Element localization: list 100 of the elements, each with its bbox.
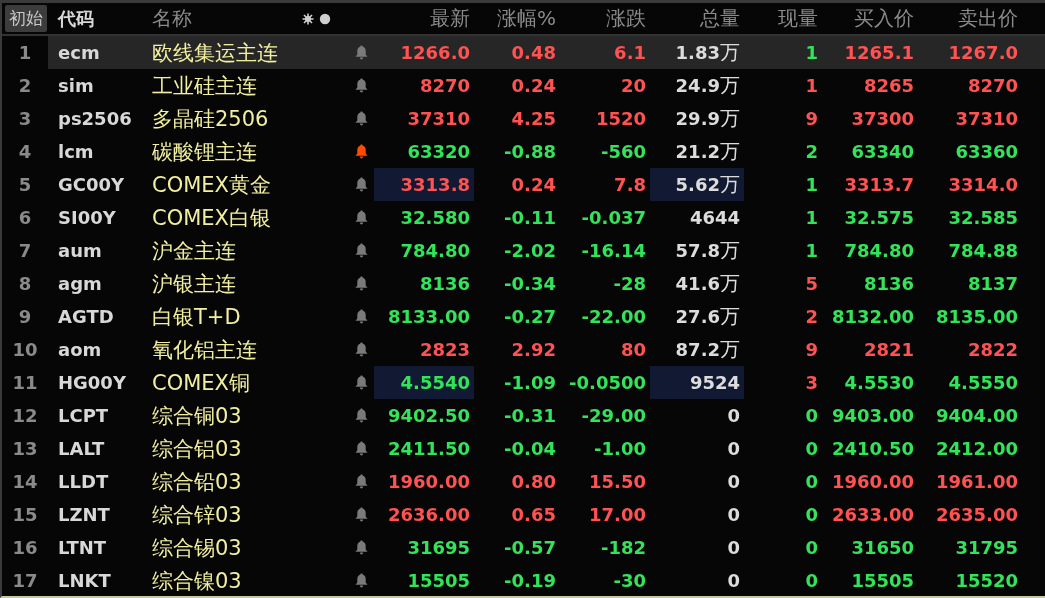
row-number: 17	[11, 569, 39, 593]
quote-row[interactable]: 8 agm 沪银主连 8136 -0.34 -28 41.6万 5 8136 8137	[2, 267, 1045, 300]
current-volume: 2	[804, 305, 819, 329]
ask-price: 37310	[954, 107, 1019, 131]
contract-code: ecm	[57, 42, 101, 63]
contract-name: 欧线集运主连	[151, 39, 279, 67]
price-change: -1.00	[593, 437, 647, 461]
current-volume: 0	[804, 503, 819, 527]
current-volume: 5	[804, 272, 819, 296]
bid-price: 2821	[862, 338, 915, 362]
change-percent: -0.11	[503, 206, 557, 230]
quote-row[interactable]: 2 sim 工业硅主连 8270 0.24 20 24.9万 1 8265 8270	[2, 69, 1045, 102]
contract-name: 沪银主连	[151, 270, 237, 298]
quote-row[interactable]: 1 ecm 欧线集运主连 1266.0 0.48 6.1 1.83万 1 1265.1 1267.0	[2, 36, 1045, 69]
row-number: 4	[17, 140, 33, 164]
bell-icon[interactable]	[354, 507, 368, 522]
quote-row[interactable]: 11 HG00Y COMEX铜 4.5540 -1.09 -0.0500 9524 3 4.5530 4.5550	[2, 366, 1045, 399]
total-volume: 29.9万	[674, 105, 741, 132]
quote-row[interactable]: 4 lcm 碳酸锂主连 63320 -0.88 -560 21.2万 2 63340 63360	[2, 135, 1045, 168]
bell-icon[interactable]	[354, 375, 368, 390]
total-volume: 41.6万	[674, 270, 741, 297]
total-volume: 27.6万	[674, 303, 741, 330]
column-header[interactable]: 现量	[744, 5, 822, 32]
bell-icon[interactable]	[354, 408, 368, 423]
row-number: 15	[11, 503, 39, 527]
quote-row[interactable]: 7 aum 沪金主连 784.80 -2.02 -16.14 57.8万 1 784.80 784.88	[2, 234, 1045, 267]
bell-icon[interactable]	[354, 144, 368, 159]
column-header[interactable]: 涨跌	[560, 5, 650, 32]
quote-row[interactable]: 3 ps2506 多晶硅2506 37310 4.25 1520 29.9万 9 37300 37310	[2, 102, 1045, 135]
current-volume: 2	[804, 140, 819, 164]
bell-icon[interactable]	[354, 474, 368, 489]
bell-icon[interactable]	[354, 177, 368, 192]
bell-icon[interactable]	[354, 210, 368, 225]
reset-button[interactable]: 初始	[5, 5, 47, 32]
column-header[interactable]: 名称	[148, 5, 196, 32]
quote-row[interactable]: 16 LTNT 综合锡03 31695 -0.57 -182 0 0 31650 31795	[2, 531, 1045, 564]
current-volume: 9	[804, 107, 819, 131]
price-change: -22.00	[580, 305, 647, 329]
bid-price: 37300	[850, 107, 915, 131]
quote-row[interactable]: 9 AGTD 白银T+D 8133.00 -0.27 -22.00 27.6万 2 8132.00 8135.00	[2, 300, 1045, 333]
last-price: 8133.00	[387, 305, 471, 329]
bell-icon[interactable]	[354, 78, 368, 93]
contract-name: 综合锌03	[151, 501, 243, 529]
quote-row[interactable]: 10 aom 氧化铝主连 2823 2.92 80 87.2万 9 2821 2822	[2, 333, 1045, 366]
quote-row[interactable]: 6 SI00Y COMEX白银 32.580 -0.11 -0.037 4644 1 32.575 32.585	[2, 201, 1045, 234]
current-volume: 1	[804, 206, 819, 230]
quote-row[interactable]: 17 LNKT 综合镍03 15505 -0.19 -30 0 0 15505 15520	[2, 564, 1045, 596]
row-number: 16	[11, 536, 39, 560]
column-header[interactable]: 买入价	[822, 5, 918, 32]
contract-code: LTNT	[57, 537, 108, 558]
bell-icon[interactable]	[354, 111, 368, 126]
contract-name: COMEX黄金	[151, 171, 272, 199]
change-percent: -0.57	[503, 536, 557, 560]
row-number: 9	[17, 305, 33, 329]
bell-icon[interactable]	[354, 540, 368, 555]
contract-code: lcm	[57, 141, 95, 162]
column-header[interactable]: 涨幅%	[474, 5, 560, 32]
contract-code: HG00Y	[57, 372, 127, 393]
current-volume: 1	[804, 239, 819, 263]
last-price: 2411.50	[387, 437, 471, 461]
bid-price: 4.5530	[843, 371, 915, 395]
quote-row[interactable]: 5 GC00Y COMEX黄金 3313.8 0.24 7.8 5.62万 1 3313.7 3314.0	[2, 168, 1045, 201]
column-header[interactable]: 总量	[650, 5, 744, 32]
ask-price: 31795	[954, 536, 1019, 560]
quote-row[interactable]: 14 LLDT 综合铅03 1960.00 0.80 15.50 0 0 1960.00 1961.00	[2, 465, 1045, 498]
row-number: 7	[17, 239, 33, 263]
change-percent: -0.19	[503, 569, 557, 593]
contract-code: LALT	[57, 438, 106, 459]
column-header[interactable]: 最新	[374, 5, 474, 32]
contract-name: 综合铝03	[151, 435, 243, 463]
change-percent: 4.25	[510, 107, 557, 131]
quote-row[interactable]: 15 LZNT 综合锌03 2636.00 0.65 17.00 0 0 2633.00 2635.00	[2, 498, 1045, 531]
bell-icon[interactable]	[354, 276, 368, 291]
change-percent: -0.34	[503, 272, 557, 296]
total-volume: 1.83万	[674, 39, 741, 66]
current-volume: 0	[804, 569, 819, 593]
total-volume: 57.8万	[674, 237, 741, 264]
bell-icon[interactable]	[354, 45, 368, 60]
column-header[interactable]: 代码	[48, 6, 148, 31]
bell-icon[interactable]	[354, 573, 368, 588]
contract-name: 多晶硅2506	[151, 105, 270, 133]
bell-icon[interactable]	[354, 243, 368, 258]
total-volume: 87.2万	[674, 336, 741, 363]
bell-icon[interactable]	[354, 309, 368, 324]
row-number: 5	[17, 173, 33, 197]
last-price: 784.80	[399, 239, 471, 263]
price-change: -0.0500	[568, 371, 647, 395]
quote-row[interactable]: 13 LALT 综合铝03 2411.50 -0.04 -1.00 0 0 2410.50 2412.00	[2, 432, 1045, 465]
bell-icon[interactable]	[354, 342, 368, 357]
contract-code: aum	[57, 240, 103, 261]
last-price: 31695	[406, 536, 471, 560]
current-volume: 1	[804, 41, 819, 65]
settings-icon[interactable]	[302, 12, 332, 25]
bid-price: 9403.00	[831, 404, 915, 428]
column-header[interactable]: 卖出价	[918, 5, 1022, 32]
price-change: -560	[599, 140, 647, 164]
bell-icon[interactable]	[354, 441, 368, 456]
contract-code: aom	[57, 339, 103, 360]
quote-row[interactable]: 12 LCPT 综合铜03 9402.50 -0.31 -29.00 0 0 9403.00 9404.00	[2, 399, 1045, 432]
change-percent: 0.80	[510, 470, 557, 494]
